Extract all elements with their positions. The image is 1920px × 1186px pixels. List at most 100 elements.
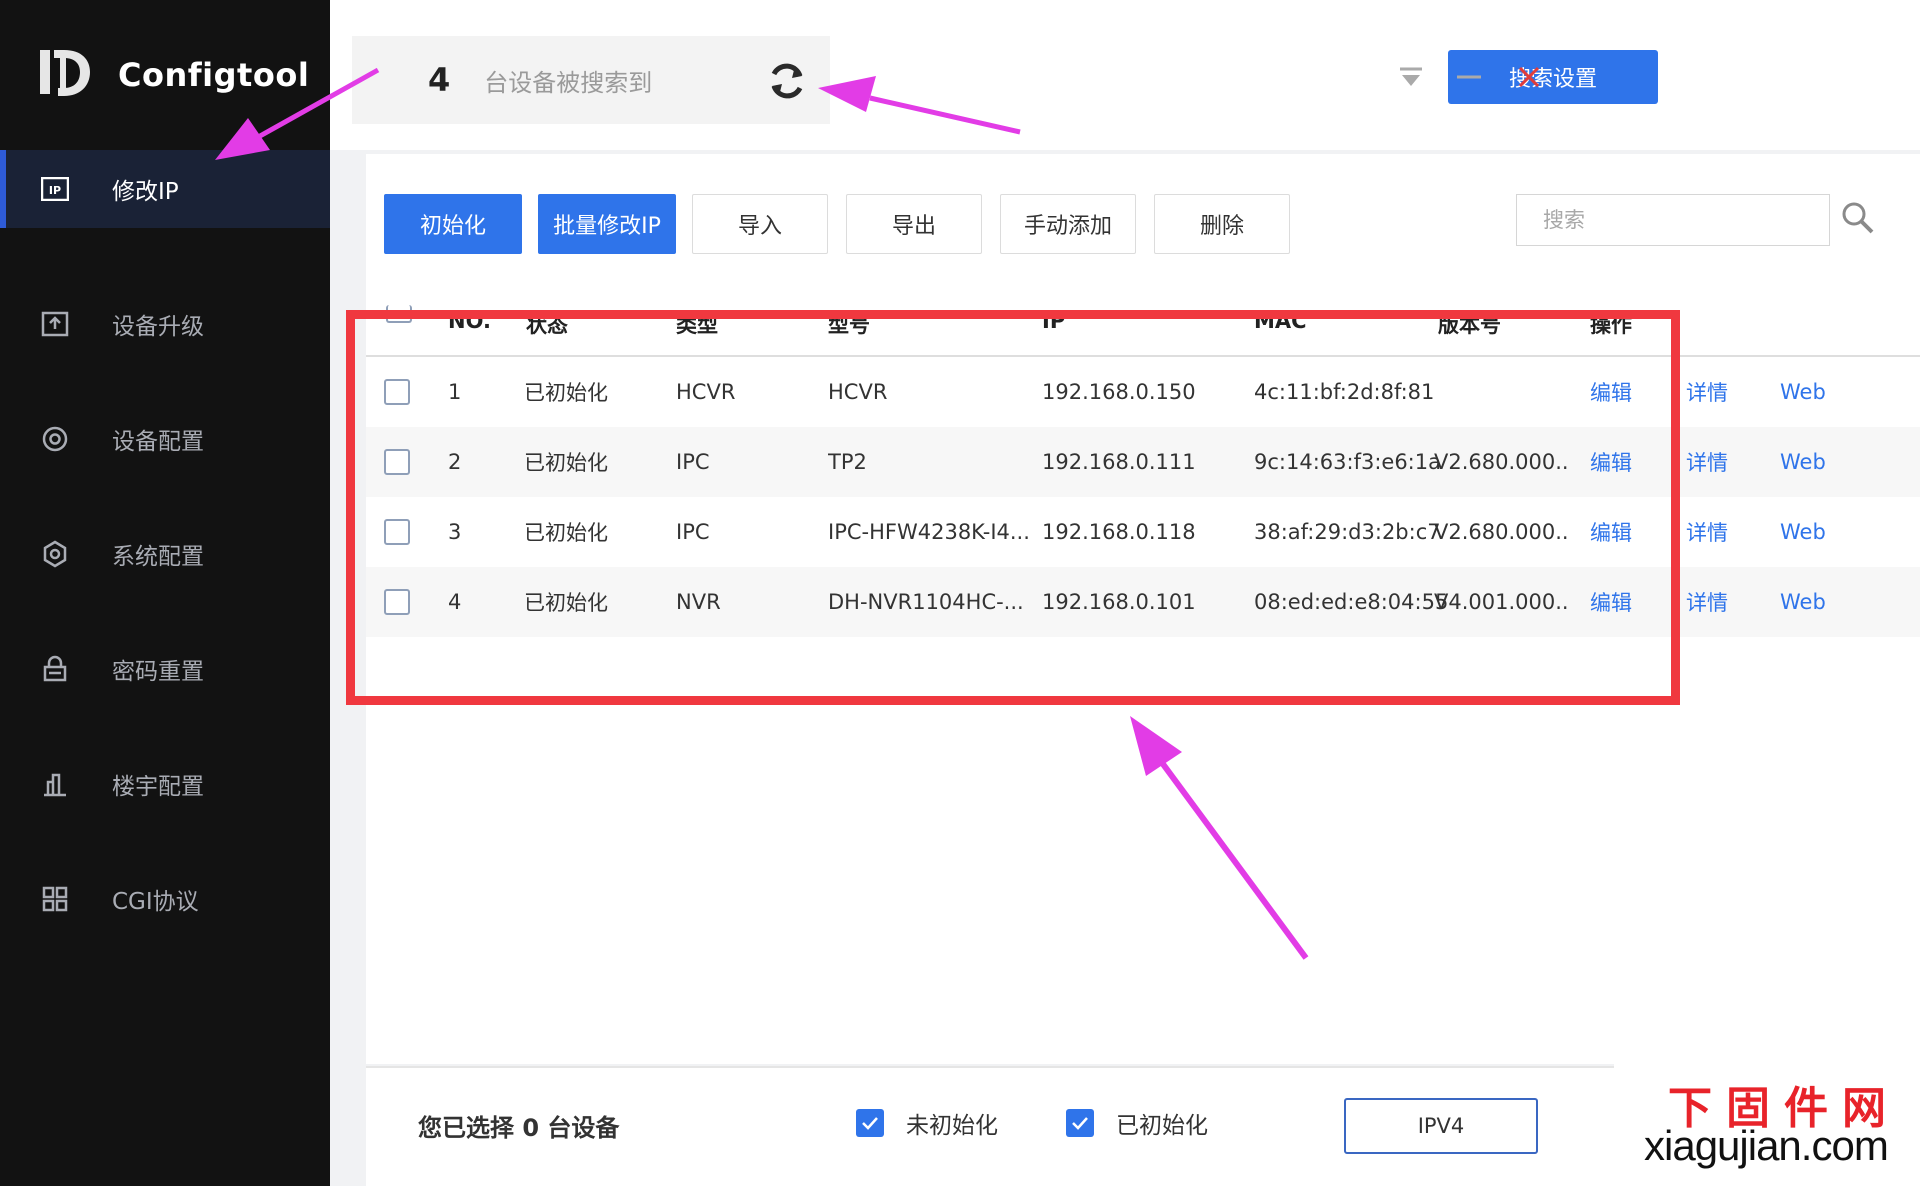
column-header-status: 状态 [526, 313, 568, 337]
dropdown-menu-icon[interactable] [1396, 62, 1426, 92]
device-config-icon [40, 424, 70, 454]
row-checkbox[interactable] [384, 449, 410, 475]
tab-ipv4[interactable]: IPV4 [1344, 1098, 1538, 1154]
sidebar-item-label: 设备配置 [112, 428, 204, 455]
checkbox-checked-icon[interactable] [1066, 1109, 1094, 1137]
column-header-no: NO. [448, 309, 491, 333]
device-count: 4 [428, 61, 451, 99]
refresh-icon[interactable] [764, 58, 810, 104]
filter-uninitialized-label: 未初始化 [906, 1113, 998, 1139]
column-header-type: 类型 [676, 313, 718, 337]
sidebar-item-label: 设备升级 [112, 313, 204, 340]
system-config-icon [40, 539, 70, 569]
column-header-model: 型号 [828, 313, 870, 337]
sidebar-item-cgi-protocol[interactable]: CGI协议 [0, 841, 330, 956]
row-no: 2 [448, 450, 462, 474]
search-icon[interactable] [1840, 200, 1876, 236]
web-link[interactable]: Web [1780, 357, 1826, 427]
delete-button[interactable]: 删除 [1154, 194, 1290, 254]
column-header-version: 版本号 [1438, 313, 1501, 337]
web-link[interactable]: Web [1780, 497, 1826, 567]
device-panel: 初始化 批量修改IP 导入 导出 手动添加 删除 NO. 状态 类型 型号 IP… [366, 154, 1920, 1064]
filter-initialized-label: 已初始化 [1116, 1113, 1208, 1139]
upgrade-icon [40, 309, 70, 339]
table-row[interactable]: 1 已初始化 HCVR HCVR 192.168.0.150 4c:11:bf:… [366, 357, 1920, 427]
row-checkbox[interactable] [384, 379, 410, 405]
sidebar-item-label: CGI协议 [112, 888, 199, 915]
import-button[interactable]: 导入 [692, 194, 828, 254]
table-row[interactable]: 3 已初始化 IPC IPC-HFW4238K-I4... 192.168.0.… [366, 497, 1920, 567]
export-button[interactable]: 导出 [846, 194, 982, 254]
table-row[interactable]: 4 已初始化 NVR DH-NVR1104HC-... 192.168.0.10… [366, 567, 1920, 637]
row-ip: 192.168.0.111 [1042, 450, 1196, 474]
row-mac: 38:af:29:d3:2b:c7 [1254, 520, 1441, 544]
minimize-icon[interactable] [1454, 62, 1484, 92]
row-type: NVR [676, 590, 721, 614]
ip-icon: IP [40, 174, 70, 204]
search-status-text: 台设备被搜索到 [484, 68, 653, 97]
app-logo: Configtool [36, 44, 309, 106]
detail-link[interactable]: 详情 [1686, 427, 1728, 497]
column-header-action: 操作 [1590, 313, 1632, 337]
row-version: V4.001.000... [1434, 590, 1570, 614]
column-header-ip: IP [1042, 309, 1066, 333]
building-config-icon [40, 769, 70, 799]
row-mac: 08:ed:ed:e8:04:55 [1254, 590, 1449, 614]
edit-link[interactable]: 编辑 [1590, 497, 1632, 567]
table-row[interactable]: 2 已初始化 IPC TP2 192.168.0.111 9c:14:63:f3… [366, 427, 1920, 497]
table-header: NO. 状态 类型 型号 IP MAC 版本号 操作 [366, 299, 1920, 357]
sidebar-item-label: 楼宇配置 [112, 773, 204, 800]
edit-link[interactable]: 编辑 [1590, 427, 1632, 497]
filter-uninitialized[interactable]: 未初始化 [856, 1106, 998, 1140]
row-version: V2.680.000... [1434, 450, 1570, 474]
search-input[interactable] [1516, 194, 1830, 246]
detail-link[interactable]: 详情 [1686, 357, 1728, 427]
column-header-mac: MAC [1254, 309, 1307, 333]
sidebar-item-device-upgrade[interactable]: 设备升级 [0, 266, 330, 381]
row-mac: 4c:11:bf:2d:8f:81 [1254, 380, 1435, 404]
row-status: 已初始化 [524, 521, 608, 545]
row-model: HCVR [828, 380, 888, 404]
password-reset-icon [40, 654, 70, 684]
row-ip: 192.168.0.150 [1042, 380, 1196, 404]
detail-link[interactable]: 详情 [1686, 497, 1728, 567]
sidebar-item-system-config[interactable]: 系统配置 [0, 496, 330, 611]
sidebar-item-device-config[interactable]: 设备配置 [0, 381, 330, 496]
sidebar-item-password-reset[interactable]: 密码重置 [0, 611, 330, 726]
initialize-button[interactable]: 初始化 [384, 194, 522, 254]
edit-link[interactable]: 编辑 [1590, 567, 1632, 637]
sidebar-nav: IP 修改IP 设备升级 设备配置 系统配置 密码重置 楼宇配置 CGI协议 [0, 150, 330, 956]
row-ip: 192.168.0.101 [1042, 590, 1196, 614]
detail-link[interactable]: 详情 [1686, 567, 1728, 637]
row-model: IPC-HFW4238K-I4... [828, 520, 1028, 544]
sidebar-item-modify-ip[interactable]: IP 修改IP [0, 150, 330, 228]
row-model: TP2 [828, 450, 867, 474]
row-mac: 9c:14:63:f3:e6:1a [1254, 450, 1441, 474]
web-link[interactable]: Web [1780, 567, 1826, 637]
watermark: 下固件网 xiagujian.com [1614, 1058, 1920, 1186]
sidebar-item-label: 修改IP [112, 179, 179, 205]
row-no: 1 [448, 380, 462, 404]
header: 4 台设备被搜索到 搜索设置 [330, 0, 1920, 150]
web-link[interactable]: Web [1780, 427, 1826, 497]
row-version [1434, 357, 1570, 427]
row-checkbox[interactable] [384, 519, 410, 545]
sidebar-item-building-config[interactable]: 楼宇配置 [0, 726, 330, 841]
edit-link[interactable]: 编辑 [1590, 357, 1632, 427]
row-no: 4 [448, 590, 462, 614]
row-checkbox[interactable] [384, 589, 410, 615]
filter-initialized[interactable]: 已初始化 [1066, 1106, 1208, 1140]
close-icon[interactable] [1514, 62, 1544, 92]
row-version: V2.680.000... [1434, 520, 1570, 544]
row-type: IPC [676, 520, 710, 544]
row-type: IPC [676, 450, 710, 474]
checkbox-checked-icon[interactable] [856, 1109, 884, 1137]
search-status: 4 台设备被搜索到 [352, 36, 830, 124]
row-status: 已初始化 [524, 381, 608, 405]
selected-count-text: 您已选择 0 台设备 [418, 1114, 620, 1142]
main-area: 4 台设备被搜索到 搜索设置 初始化 批量修改IP 导入 导出 手动添加 删除 [330, 0, 1920, 1186]
configtool-logo-icon [40, 50, 90, 96]
select-all-checkbox[interactable] [386, 305, 412, 323]
manual-add-button[interactable]: 手动添加 [1000, 194, 1136, 254]
batch-modify-ip-button[interactable]: 批量修改IP [538, 194, 676, 254]
